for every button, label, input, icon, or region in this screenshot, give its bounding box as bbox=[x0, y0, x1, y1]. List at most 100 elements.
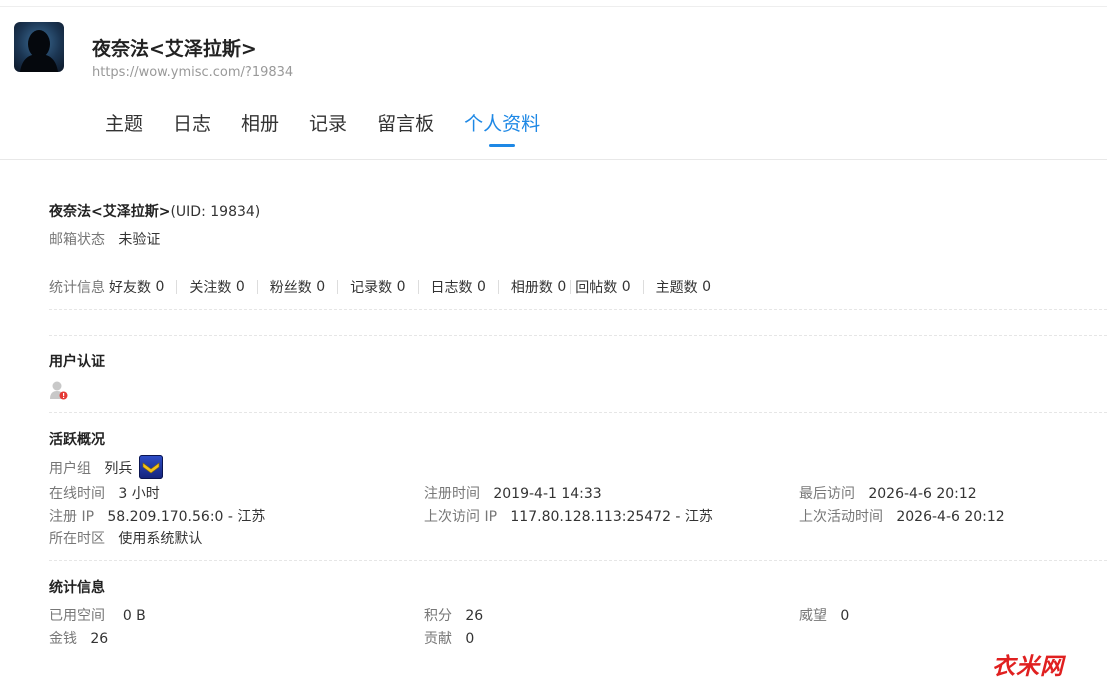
stat-value: 0 bbox=[235, 279, 245, 295]
stat-divider bbox=[176, 280, 178, 294]
used-space-label: 已用空间 bbox=[49, 608, 105, 624]
tab-profile[interactable]: 个人资料 bbox=[464, 109, 540, 136]
tab-guestbook[interactable]: 留言板 bbox=[377, 109, 434, 136]
activity-title: 活跃概况 bbox=[49, 432, 105, 448]
contribution: 贡献 0 bbox=[424, 628, 474, 648]
stat-label: 关注数 bbox=[189, 280, 232, 296]
prestige-value: 0 bbox=[840, 608, 850, 624]
stats-row: 统计信息 好友数 0 关注数 0 粉丝数 0 记录数 0 日志数 0 相册数 0… bbox=[49, 277, 711, 297]
section-divider bbox=[49, 335, 1107, 336]
stat-value: 0 bbox=[621, 279, 631, 295]
profile-url[interactable]: https://wow.ymisc.com/?19834 bbox=[92, 65, 293, 80]
info-uid: (UID: 19834) bbox=[170, 204, 261, 220]
last-visit-ip-value: 117.80.128.113:25472 - 江苏 bbox=[510, 509, 713, 525]
used-space: 已用空间 0 B bbox=[49, 605, 146, 625]
usergroup-label: 用户组 bbox=[49, 461, 91, 477]
email-status-label: 邮箱状态 bbox=[49, 232, 105, 248]
profile-username: 夜奈法<艾泽拉斯> bbox=[92, 38, 257, 60]
stat-label: 回帖数 bbox=[575, 280, 618, 296]
info-title: 夜奈法<艾泽拉斯>(UID: 19834) bbox=[49, 201, 260, 221]
section-divider bbox=[49, 412, 1107, 413]
section-divider bbox=[49, 560, 1107, 561]
stat-label: 相册数 bbox=[510, 280, 553, 296]
last-visit-value: 2026-4-6 20:12 bbox=[868, 486, 977, 502]
stat-blogs[interactable]: 日志数 0 bbox=[431, 277, 486, 297]
stat-divider bbox=[337, 280, 339, 294]
register-time: 注册时间 2019-4-1 14:33 bbox=[424, 483, 602, 503]
used-space-value: 0 B bbox=[122, 608, 146, 624]
stats-label: 统计信息 bbox=[49, 280, 105, 296]
register-time-value: 2019-4-1 14:33 bbox=[493, 486, 602, 502]
prestige: 威望 0 bbox=[799, 605, 849, 625]
register-ip-value: 58.209.170.56:0 - 江苏 bbox=[107, 509, 266, 525]
statistics-title: 统计信息 bbox=[49, 580, 105, 596]
money-label: 金钱 bbox=[49, 631, 77, 647]
credits: 积分 26 bbox=[424, 605, 483, 625]
stat-label: 日志数 bbox=[430, 280, 473, 296]
stat-label: 粉丝数 bbox=[269, 280, 312, 296]
user-unverified-icon[interactable] bbox=[49, 380, 69, 402]
register-time-label: 注册时间 bbox=[424, 486, 480, 502]
tab-records[interactable]: 记录 bbox=[309, 109, 347, 136]
tab-album[interactable]: 相册 bbox=[241, 109, 279, 136]
stat-value: 0 bbox=[316, 279, 326, 295]
last-visit-ip: 上次访问 IP 117.80.128.113:25472 - 江苏 bbox=[424, 506, 713, 526]
last-visit: 最后访问 2026-4-6 20:12 bbox=[799, 483, 977, 503]
money: 金钱 26 bbox=[49, 628, 108, 648]
stat-replies[interactable]: 回帖数 0 bbox=[575, 277, 630, 297]
header-divider bbox=[0, 159, 1107, 160]
stat-value: 0 bbox=[702, 279, 711, 295]
stat-label: 记录数 bbox=[350, 280, 393, 296]
contribution-value: 0 bbox=[465, 631, 475, 647]
timezone: 所在时区 使用系统默认 bbox=[49, 528, 202, 548]
stat-value: 0 bbox=[155, 279, 165, 295]
site-watermark: 衣米网 bbox=[992, 654, 1064, 680]
stat-value: 0 bbox=[557, 279, 567, 295]
online-time-label: 在线时间 bbox=[49, 486, 105, 502]
stat-label: 好友数 bbox=[109, 280, 151, 296]
register-ip: 注册 IP 58.209.170.56:0 - 江苏 bbox=[49, 506, 265, 526]
credits-value: 26 bbox=[465, 608, 484, 624]
timezone-value: 使用系统默认 bbox=[118, 531, 203, 547]
stat-divider bbox=[497, 280, 499, 294]
top-divider bbox=[0, 6, 1107, 7]
avatar[interactable] bbox=[14, 22, 64, 72]
online-time: 在线时间 3 小时 bbox=[49, 483, 160, 503]
contribution-label: 贡献 bbox=[424, 631, 452, 647]
stat-topics[interactable]: 主题数 0 bbox=[656, 277, 711, 297]
last-active: 上次活动时间 2026-4-6 20:12 bbox=[799, 506, 1005, 526]
rank-badge-icon bbox=[139, 455, 163, 479]
avatar-silhouette-icon bbox=[20, 30, 58, 72]
stat-value: 0 bbox=[476, 279, 486, 295]
online-time-value: 3 小时 bbox=[118, 486, 160, 502]
stat-albums[interactable]: 相册数 0 bbox=[511, 277, 566, 297]
profile-tabs: 主题 日志 相册 记录 留言板 个人资料 bbox=[105, 109, 570, 136]
tab-topics[interactable]: 主题 bbox=[105, 109, 143, 136]
section-divider bbox=[49, 309, 1107, 310]
usergroup-value[interactable]: 列兵 bbox=[104, 461, 132, 477]
stat-label: 主题数 bbox=[655, 280, 698, 296]
stat-fans[interactable]: 粉丝数 0 bbox=[270, 277, 325, 297]
stat-records[interactable]: 记录数 0 bbox=[350, 277, 405, 297]
stat-friends[interactable]: 好友数 0 bbox=[109, 277, 164, 297]
email-status-value: 未验证 bbox=[118, 232, 161, 248]
usergroup-row: 用户组 列兵 bbox=[49, 458, 132, 478]
money-value: 26 bbox=[90, 631, 109, 647]
stat-divider bbox=[417, 280, 419, 294]
verification-title: 用户认证 bbox=[49, 354, 105, 370]
stat-divider bbox=[570, 280, 572, 294]
last-active-value: 2026-4-6 20:12 bbox=[896, 509, 1005, 525]
prestige-label: 威望 bbox=[799, 608, 827, 624]
info-username: 夜奈法<艾泽拉斯> bbox=[49, 204, 171, 220]
tab-blog[interactable]: 日志 bbox=[173, 109, 211, 136]
credits-label: 积分 bbox=[424, 608, 452, 624]
email-status: 邮箱状态 未验证 bbox=[49, 229, 160, 249]
timezone-label: 所在时区 bbox=[49, 531, 105, 547]
last-visit-ip-label: 上次访问 IP bbox=[424, 509, 498, 525]
register-ip-label: 注册 IP bbox=[49, 509, 95, 525]
stat-divider bbox=[256, 280, 258, 294]
last-active-label: 上次活动时间 bbox=[799, 509, 883, 525]
stat-divider bbox=[642, 280, 644, 294]
stat-following[interactable]: 关注数 0 bbox=[189, 277, 244, 297]
last-visit-label: 最后访问 bbox=[799, 486, 855, 502]
